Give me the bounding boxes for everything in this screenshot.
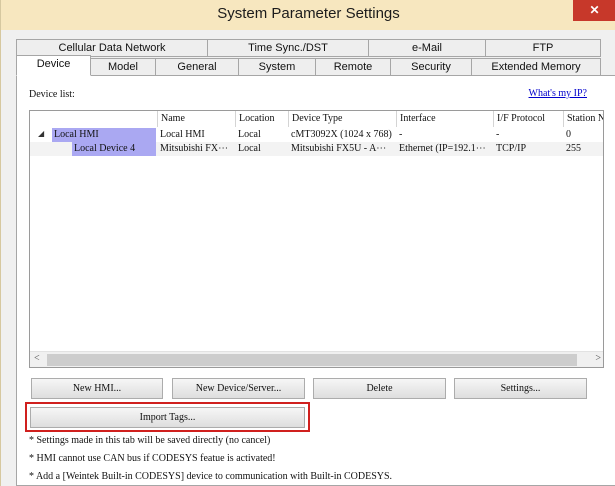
scroll-left-arrow-icon[interactable]: <	[34, 353, 40, 364]
cell-location: Local	[238, 129, 261, 140]
cell-device-type: cMT3092X (1024 x 768)	[291, 129, 392, 140]
column-header-name[interactable]: Name	[158, 111, 236, 127]
cell-protocol: TCP/IP	[496, 143, 527, 154]
window-title: System Parameter Settings	[217, 5, 400, 22]
note-saved-directly: * Settings made in this tab will be save…	[29, 435, 271, 446]
collapse-triangle-icon[interactable]: ◢	[38, 129, 44, 138]
horizontal-scrollbar[interactable]: < >	[30, 351, 603, 367]
cell-name: Mitsubishi FX⋯	[160, 143, 229, 154]
device-list-grid[interactable]: Name Location Device Type Interface I/F …	[29, 110, 604, 368]
tree-node-local-device-4[interactable]: Local Device 4	[72, 142, 156, 156]
whats-my-ip-link[interactable]: What's my IP?	[529, 88, 587, 99]
delete-button[interactable]: Delete	[313, 378, 446, 399]
tab-email[interactable]: e-Mail	[368, 39, 486, 57]
column-header-station[interactable]: Station N	[564, 111, 603, 127]
tab-time-sync-dst[interactable]: Time Sync./DST	[207, 39, 369, 57]
tab-model[interactable]: Model	[90, 58, 156, 76]
column-header-interface[interactable]: Interface	[397, 111, 494, 127]
table-row-local-hmi[interactable]: ◢ Local HMI Local HMI Local cMT3092X (10…	[30, 128, 603, 142]
new-device-server-button[interactable]: New Device/Server...	[172, 378, 305, 399]
cell-name: Local HMI	[160, 129, 205, 140]
column-header-tree	[30, 111, 158, 127]
tab-security[interactable]: Security	[390, 58, 472, 76]
column-header-location[interactable]: Location	[236, 111, 289, 127]
system-parameter-settings-window: System Parameter Settings ✕ Cellular Dat…	[0, 0, 615, 486]
scroll-right-arrow-icon[interactable]: >	[595, 353, 601, 364]
cell-protocol: -	[496, 129, 500, 140]
import-tags-button[interactable]: Import Tags...	[30, 407, 305, 428]
cell-location: Local	[238, 143, 261, 154]
cell-station: 0	[566, 129, 571, 140]
tab-system[interactable]: System	[238, 58, 316, 76]
title-bar: System Parameter Settings ✕	[1, 0, 615, 30]
column-header-device-type[interactable]: Device Type	[289, 111, 397, 127]
cell-interface: -	[399, 129, 403, 140]
column-header-if-protocol[interactable]: I/F Protocol	[494, 111, 564, 127]
tree-node-local-hmi[interactable]: Local HMI	[52, 128, 156, 142]
device-tab-panel: Device list: What's my IP? Name Location…	[16, 75, 615, 486]
note-can-bus-codesys: * HMI cannot use CAN bus if CODESYS feat…	[29, 453, 276, 464]
table-row-local-device-4[interactable]: Local Device 4 Mitsubishi FX⋯ Local Mits…	[30, 142, 603, 156]
scrollbar-thumb[interactable]	[47, 354, 577, 366]
new-hmi-button[interactable]: New HMI...	[31, 378, 163, 399]
tab-ftp[interactable]: FTP	[485, 39, 601, 57]
note-weintek-codesys: * Add a [Weintek Built-in CODESYS] devic…	[29, 471, 393, 482]
tab-device[interactable]: Device	[16, 55, 91, 76]
cell-device-type: Mitsubishi FX5U - A⋯	[291, 143, 387, 154]
close-icon[interactable]: ✕	[573, 0, 615, 21]
tab-remote[interactable]: Remote	[315, 58, 391, 76]
device-list-label: Device list:	[29, 89, 75, 100]
tab-extended-memory[interactable]: Extended Memory	[471, 58, 601, 76]
cell-station: 255	[566, 143, 581, 154]
cell-interface: Ethernet (IP=192.1⋯	[399, 143, 486, 154]
settings-button[interactable]: Settings...	[454, 378, 587, 399]
tab-general[interactable]: General	[155, 58, 239, 76]
